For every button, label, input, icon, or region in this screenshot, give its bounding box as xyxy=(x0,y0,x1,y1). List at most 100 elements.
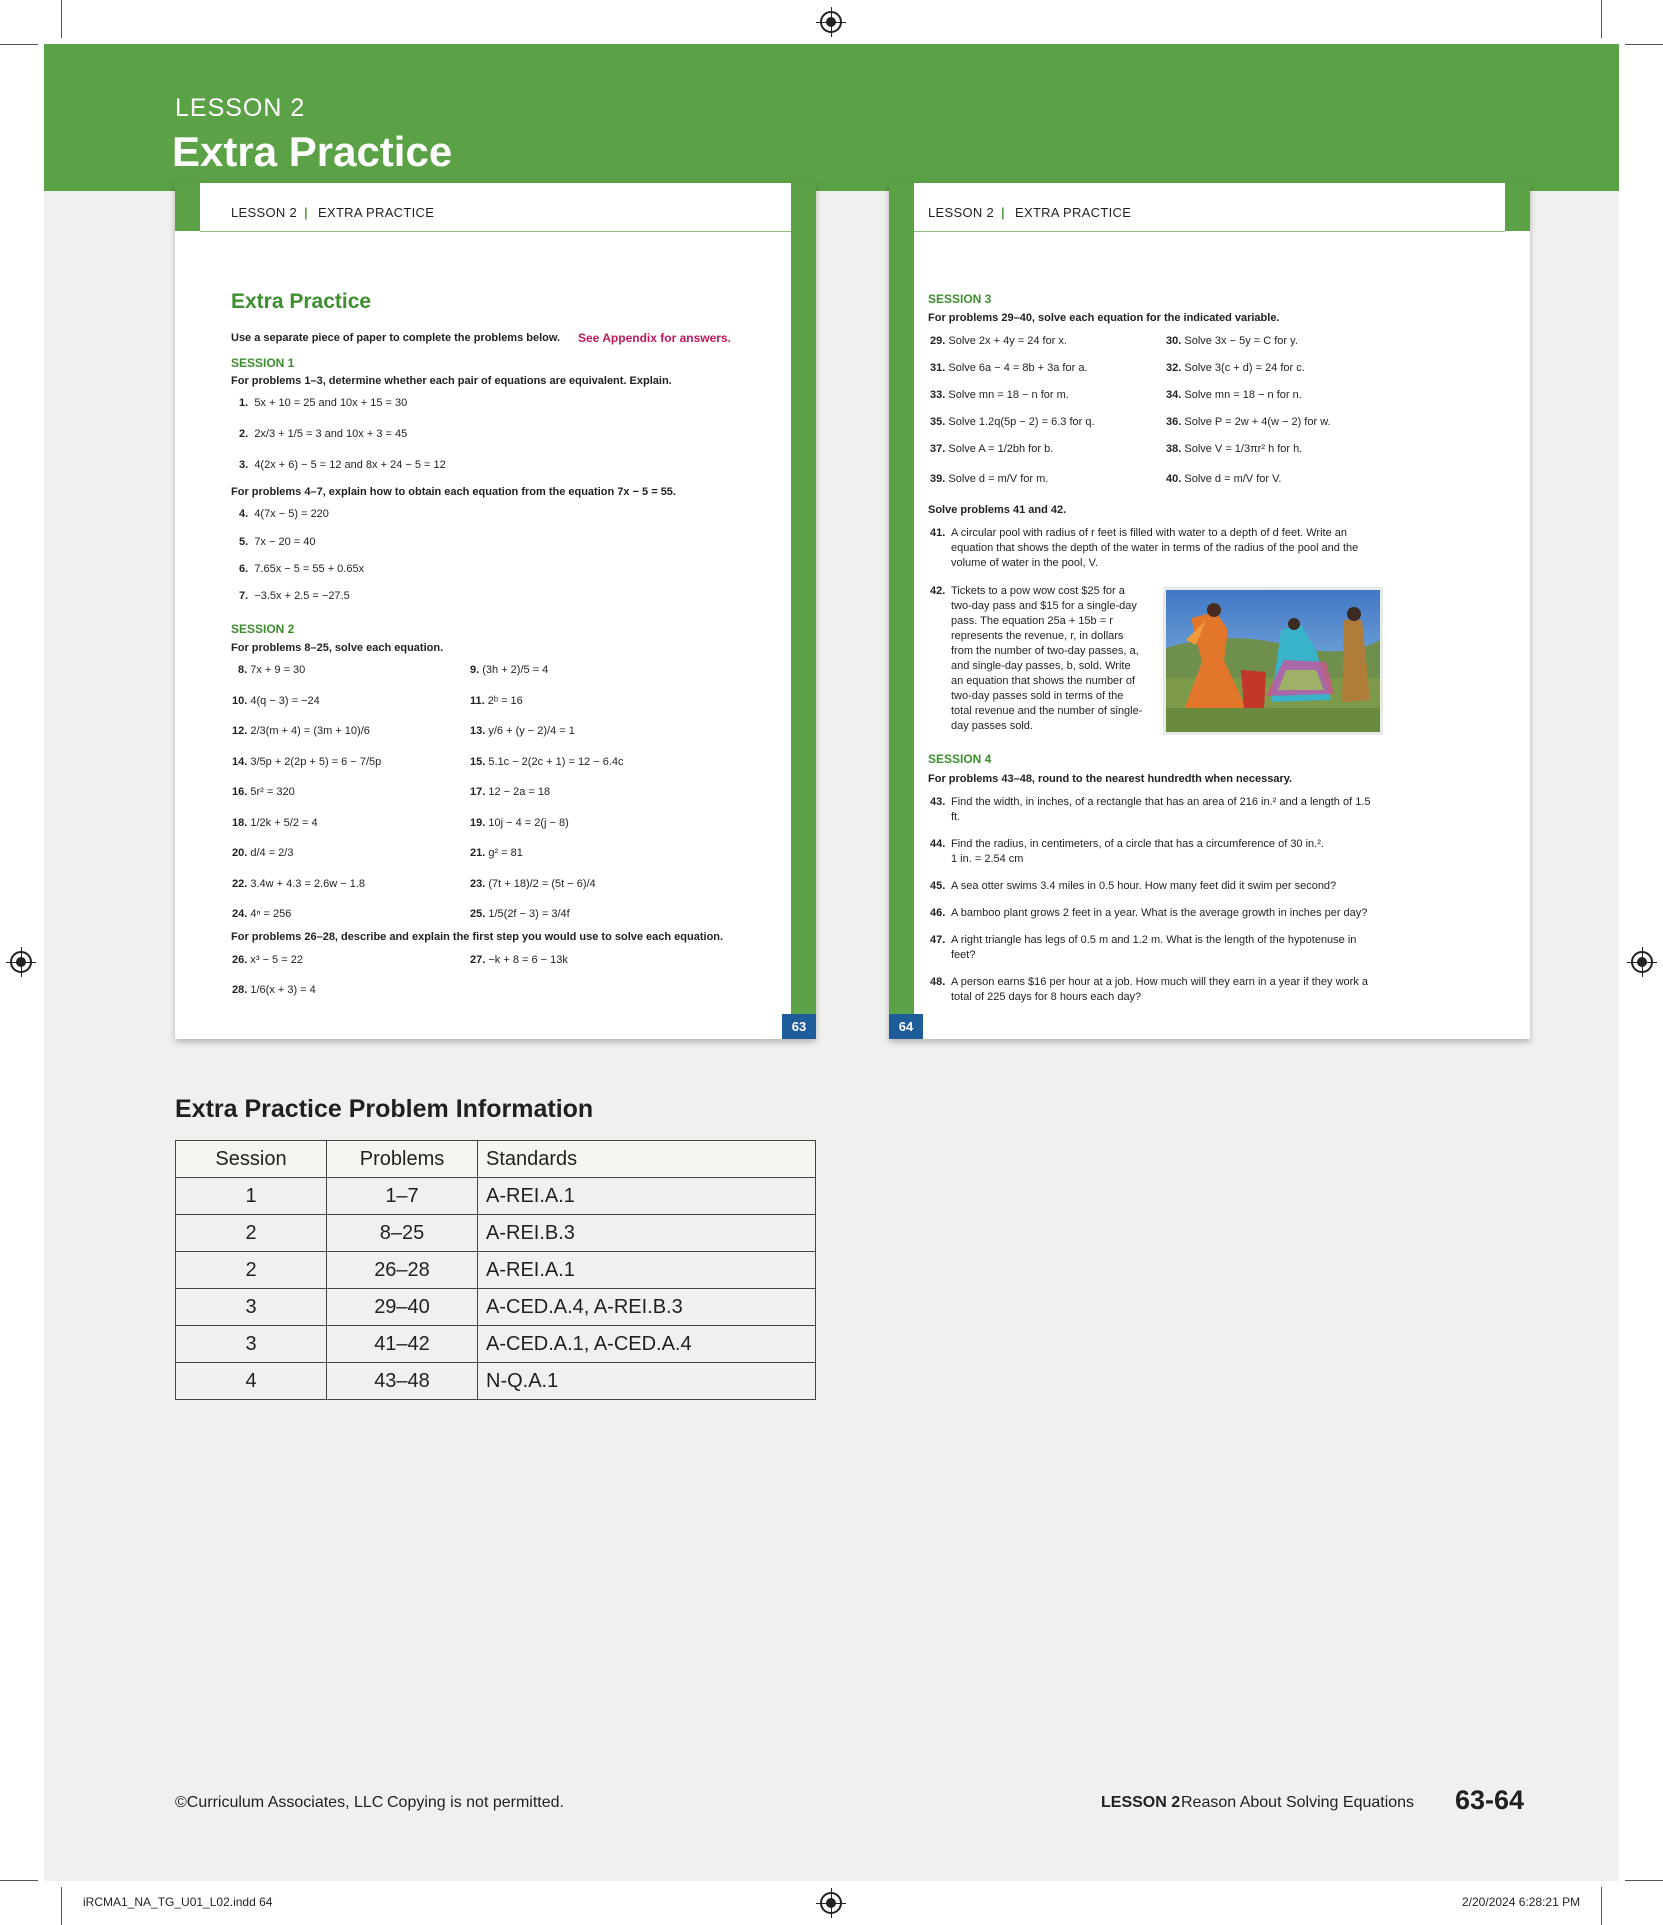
registration-mark-icon xyxy=(1627,947,1657,977)
instructions: For problems 29–40, solve each equation … xyxy=(928,312,1280,324)
instructions: For problems 1–3, determine whether each… xyxy=(231,375,672,387)
standards-cell: A-REI.A.1 xyxy=(477,1251,816,1289)
problem-item: 18. 1/2k + 5/2 = 4 xyxy=(232,816,318,829)
session-cell: 3 xyxy=(175,1325,327,1363)
problem-text: A bamboo plant grows 2 feet in a year. W… xyxy=(951,907,1368,919)
footer-lesson-title: Reason About Solving Equations xyxy=(1181,1794,1415,1811)
crop-mark xyxy=(1625,44,1663,45)
problem-text: Find the radius, in centimeters, of a ci… xyxy=(951,838,1324,850)
problem-text: Find the width, in inches, of a rectangl… xyxy=(951,796,1371,823)
problem-item: 24. 4ⁿ = 256 xyxy=(232,908,292,920)
problem-item: 32. Solve 3(c + d) = 24 for c. xyxy=(1166,362,1305,374)
table-row: 1 1–7 A-REI.A.1 xyxy=(175,1177,816,1215)
intro-text: Use a separate piece of paper to complet… xyxy=(231,332,561,344)
timestamp-slug: 2/20/2024 6:28:21 PM xyxy=(1462,1895,1581,1909)
page-tab xyxy=(1505,183,1530,231)
crop-mark xyxy=(1601,0,1602,38)
problem-item: 6. 7.65x − 5 = 55 + 0.65x xyxy=(239,563,365,575)
problem-item: 8. 7x + 9 = 30 xyxy=(238,664,306,676)
session-cell: 2 xyxy=(175,1251,327,1289)
problem-number: 42. xyxy=(930,585,946,597)
problem-item: 14. 3/5p + 2(2p + 5) = 6 − 7/5p xyxy=(232,755,382,768)
problem-item: 12. 2/3(m + 4) = (3m + 10)/6 xyxy=(232,725,370,737)
problem-item: 28. 1/6(x + 3) = 4 xyxy=(232,984,316,996)
problem-item: 27. −k + 8 = 6 − 13k xyxy=(470,954,568,966)
header-section: EXTRA PRACTICE xyxy=(1015,205,1132,220)
appendix-link[interactable]: See Appendix for answers. xyxy=(578,331,731,345)
problem-item: 19. 10j − 4 = 2(j − 8) xyxy=(470,816,569,829)
standards-cell: A-CED.A.4, A-REI.B.3 xyxy=(477,1288,816,1326)
section-title: Extra Practice xyxy=(231,290,372,313)
problem-item: 40. Solve d = m/V for V. xyxy=(1166,473,1282,485)
pow-wow-dancers-photo xyxy=(1163,587,1383,735)
crop-mark xyxy=(0,44,38,45)
problem-number: 48. xyxy=(930,976,946,988)
table-row: 2 8–25 A-REI.B.3 xyxy=(175,1214,816,1252)
instructions: For problems 8–25, solve each equation. xyxy=(231,642,444,654)
problems-cell: 26–28 xyxy=(326,1251,478,1289)
problem-number: 41. xyxy=(930,527,946,539)
table-row: 3 29–40 A-CED.A.4, A-REI.B.3 xyxy=(175,1288,816,1326)
problem-item: 37. Solve A = 1/2bh for b. xyxy=(930,443,1054,455)
page-tab xyxy=(175,183,200,231)
page-header: LESSON 2 | EXTRA PRACTICE xyxy=(914,183,1505,232)
crop-mark xyxy=(1625,1880,1663,1881)
crop-mark xyxy=(1601,1887,1602,1925)
problem-item: 30. Solve 3x − 5y = C for y. xyxy=(1166,335,1298,347)
problem-item: 34. Solve mn = 18 − n for n. xyxy=(1166,389,1302,401)
file-slug: iRCMA1_NA_TG_U01_L02.indd 64 xyxy=(83,1895,273,1909)
registration-mark-icon xyxy=(6,947,36,977)
problem-item: 21. g² = 81 xyxy=(470,847,523,859)
column-header: Standards xyxy=(477,1140,816,1178)
table-row: 3 41–42 A-CED.A.1, A-CED.A.4 xyxy=(175,1325,816,1363)
header-lesson: LESSON 2 xyxy=(231,205,297,220)
crop-mark xyxy=(61,1887,62,1925)
problem-item: 16. 5r² = 320 xyxy=(232,786,295,798)
problems-cell: 29–40 xyxy=(326,1288,478,1326)
problem-text: A sea otter swims 3.4 miles in 0.5 hour.… xyxy=(951,880,1337,892)
table-row: 4 43–48 N-Q.A.1 xyxy=(175,1362,816,1400)
footer-lesson: LESSON 2 xyxy=(1101,1794,1181,1811)
registration-mark-icon xyxy=(816,1888,846,1918)
problem-number: 43. xyxy=(930,796,946,808)
problem-item: 2. 2x/3 + 1/5 = 3 and 10x + 3 = 45 xyxy=(239,428,408,440)
problem-item: 4. 4(7x − 5) = 220 xyxy=(239,508,329,520)
problem-number: 46. xyxy=(930,907,946,919)
session-cell: 3 xyxy=(175,1288,327,1326)
problem-item: 15. 5.1c − 2(2c + 1) = 12 − 6.4c xyxy=(470,755,624,768)
problem-item: 25. 1/5(2f − 3) = 3/4f xyxy=(470,908,570,920)
table-row: 2 26–28 A-REI.A.1 xyxy=(175,1251,816,1289)
problem-text: A right triangle has legs of 0.5 m and 1… xyxy=(951,934,1357,961)
problem-text: A circular pool with radius of r feet is… xyxy=(951,527,1359,569)
problem-item: 10. 4(q − 3) = −24 xyxy=(232,694,320,707)
table-title: Extra Practice Problem Information xyxy=(175,1095,594,1123)
copyright: ©Curriculum Associates, LLC xyxy=(175,1794,384,1811)
problems-cell: 1–7 xyxy=(326,1177,478,1215)
problem-item: 31. Solve 6a − 4 = 8b + 3a for a. xyxy=(930,362,1088,374)
instructions: Solve problems 41 and 42. xyxy=(928,504,1067,516)
copying-notice: Copying is not permitted. xyxy=(387,1794,564,1811)
problem-item: 29. Solve 2x + 4y = 24 for x. xyxy=(930,335,1067,347)
problem-item: 9. (3h + 2)/5 = 4 xyxy=(470,664,549,676)
instructions: For problems 43–48, round to the nearest… xyxy=(928,773,1293,785)
instructions: For problems 4–7, explain how to obtain … xyxy=(231,486,676,498)
problem-item: 20. d/4 = 2/3 xyxy=(232,847,294,859)
problem-item: 36. Solve P = 2w + 4(w − 2) for w. xyxy=(1166,416,1331,428)
problems-cell: 43–48 xyxy=(326,1362,478,1400)
page-side-bar xyxy=(791,183,816,1014)
session-label: SESSION 1 xyxy=(231,356,295,370)
problem-item: 39. Solve d = m/V for m. xyxy=(930,473,1049,485)
header-separator: | xyxy=(304,205,308,220)
instructions: For problems 26–28, describe and explain… xyxy=(231,931,724,943)
problem-item: 38. Solve V = 1/3πr² h for h. xyxy=(1166,443,1303,455)
problem-text: 1 in. = 2.54 cm xyxy=(951,853,1024,865)
problem-item: 13. y/6 + (y − 2)/4 = 1 xyxy=(470,725,575,737)
problem-item: 3. 4(2x + 6) − 5 = 12 and 8x + 24 − 5 = … xyxy=(239,459,446,471)
session-label: SESSION 2 xyxy=(231,622,295,636)
header-separator: | xyxy=(1001,205,1005,220)
page-number: 63 xyxy=(782,1014,816,1039)
problem-item: 26. x³ − 5 = 22 xyxy=(232,954,303,966)
session-cell: 4 xyxy=(175,1362,327,1400)
problem-text: Tickets to a pow wow cost $25 for a two-… xyxy=(951,585,1143,732)
header-section: EXTRA PRACTICE xyxy=(318,205,435,220)
